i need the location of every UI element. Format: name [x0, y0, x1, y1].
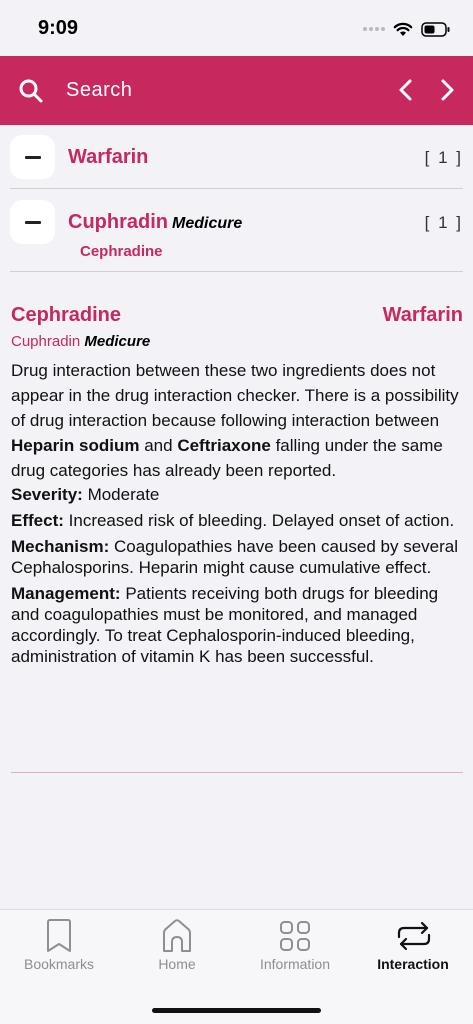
tab-information[interactable]: Information — [236, 910, 354, 980]
detail-header: Cephradine Warfarin — [11, 304, 463, 328]
status-icons — [363, 19, 451, 39]
effect-value: Increased risk of bleeding. Delayed onse… — [68, 511, 455, 530]
signal-icon — [363, 27, 385, 31]
grid-icon — [280, 921, 310, 951]
tab-interaction[interactable]: Interaction — [354, 910, 472, 980]
mechanism-field: Mechanism: Coagulopathies have been caus… — [11, 537, 459, 577]
ingredient-count: [ 1 ] — [424, 148, 463, 167]
tab-label: Bookmarks — [23, 956, 95, 972]
battery-icon — [421, 21, 450, 37]
chevron-right-icon[interactable] — [434, 77, 460, 103]
repeat-icon — [397, 921, 431, 951]
minus-icon — [25, 156, 41, 159]
interaction-detail: Cephradine Warfarin Cuphradin Medicure D… — [11, 304, 463, 667]
divider — [11, 772, 463, 773]
severity-value: Moderate — [87, 485, 160, 504]
detail-brand: Cuphradin Medicure — [11, 333, 463, 350]
drug-a: Heparin sodium — [11, 436, 140, 455]
generic-name[interactable]: Cephradine — [80, 243, 163, 260]
ingredient-row-cuphradin[interactable]: Cuphradin Medicure [ 1 ] Cephradine — [10, 199, 463, 272]
search-header: Search — [0, 56, 473, 125]
drug-b: Ceftriaxone — [177, 436, 271, 455]
tab-label: Information — [259, 956, 331, 972]
ingredient-name: Warfarin — [68, 146, 149, 168]
tab-bar: Bookmarks Home Information Interaction — [0, 909, 473, 1024]
bookmark-icon — [47, 919, 71, 952]
detail-drug-left: Cephradine — [11, 304, 122, 326]
manufacturer-name: Medicure — [172, 215, 243, 232]
effect-field: Effect: Increased risk of bleeding. Dela… — [11, 511, 455, 530]
interaction-description: Drug interaction between these two ingre… — [11, 361, 459, 480]
brand-name: Cuphradin — [68, 211, 168, 233]
severity-field: Severity: Moderate — [11, 485, 160, 504]
management-field: Management: Patients receiving both drug… — [11, 584, 439, 666]
ingredient-count: [ 1 ] — [424, 213, 463, 232]
tab-bookmarks[interactable]: Bookmarks — [0, 910, 118, 980]
home-icon — [163, 919, 191, 952]
search-icon[interactable] — [18, 78, 44, 104]
tab-label: Home — [158, 956, 196, 972]
detail-brand-name: Cuphradin — [11, 333, 81, 350]
ingredient-name: Cuphradin Medicure — [68, 211, 242, 234]
wifi-icon — [393, 22, 413, 36]
search-input[interactable]: Search — [66, 79, 132, 102]
status-time: 9:09 — [38, 17, 79, 39]
tab-home[interactable]: Home — [118, 910, 236, 980]
home-indicator[interactable] — [152, 1008, 321, 1013]
minus-icon — [25, 221, 41, 224]
collapse-button[interactable] — [10, 200, 55, 244]
detail-manufacturer: Medicure — [84, 333, 151, 350]
chevron-left-icon[interactable] — [393, 77, 419, 103]
tab-label: Interaction — [377, 956, 449, 972]
status-bar: 9:09 — [0, 0, 473, 56]
ingredient-row-warfarin[interactable]: Warfarin [ 1 ] — [10, 134, 463, 189]
detail-drug-right: Warfarin — [382, 304, 463, 326]
collapse-button[interactable] — [10, 135, 55, 179]
